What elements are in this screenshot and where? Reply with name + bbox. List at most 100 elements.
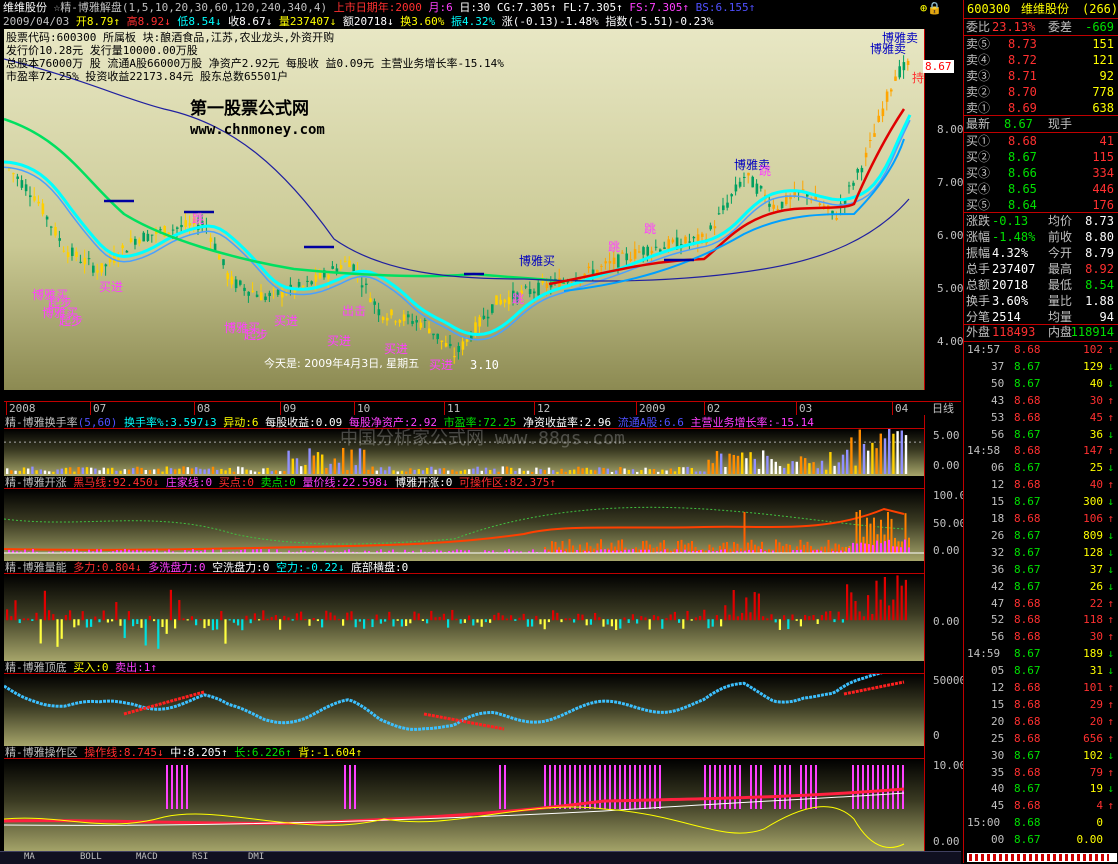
up-arrow-icon: ↑ bbox=[1107, 613, 1114, 627]
down-arrow-icon: ↓ bbox=[1107, 647, 1114, 661]
candle-body bbox=[382, 317, 385, 320]
ask-price: 8.71 bbox=[1008, 68, 1037, 84]
stat-label: 涨跌 bbox=[966, 213, 990, 229]
liangjia-bar bbox=[852, 543, 854, 553]
caozuo-bar bbox=[629, 765, 631, 809]
candle-body bbox=[432, 334, 435, 336]
lock-icon[interactable]: 🔒 bbox=[927, 1, 942, 15]
liangjia-bar bbox=[124, 549, 126, 553]
turnover-bar bbox=[905, 435, 907, 474]
turnover-bar bbox=[44, 471, 46, 474]
panel-kaizhang[interactable] bbox=[4, 488, 924, 561]
candle-body bbox=[852, 183, 855, 186]
turnover-bar bbox=[174, 469, 176, 474]
tick-row: 568.6830↑ bbox=[964, 630, 1117, 644]
turnover-bar bbox=[439, 468, 441, 474]
caozuo-bar bbox=[614, 765, 616, 809]
liangjia-bar bbox=[860, 543, 862, 553]
tick-scrollbar[interactable] bbox=[967, 853, 1117, 862]
stat-row: 振幅4.32%今开8.79 bbox=[964, 245, 1117, 261]
turnover-bar bbox=[392, 470, 394, 474]
kaizhang-bar bbox=[558, 547, 560, 553]
main-kline-chart[interactable]: 买进买进买进买进买进博雅买博雅买博雅买博雅买博雅卖博雅卖博雅卖起步起步起步跳跳跳… bbox=[4, 29, 924, 390]
tick-volume: 0 bbox=[1096, 816, 1103, 830]
down-arrow-icon: ↓ bbox=[1107, 546, 1114, 560]
caozuo-bar bbox=[872, 765, 874, 809]
liangneng-bar bbox=[308, 619, 310, 626]
turnover-bar bbox=[178, 469, 180, 474]
liangneng-bar bbox=[275, 615, 277, 620]
candle-body bbox=[63, 251, 66, 252]
liangneng-bar bbox=[380, 619, 382, 623]
turnover-bar bbox=[371, 467, 373, 474]
turnover-bar bbox=[136, 467, 138, 474]
turnover-bar bbox=[287, 451, 289, 474]
tick-volume: 102 bbox=[1083, 749, 1103, 763]
liangneng-bar bbox=[707, 619, 709, 628]
liangneng-bar bbox=[804, 615, 806, 620]
caozuo-bar bbox=[649, 765, 651, 809]
liangneng-bar bbox=[371, 619, 373, 627]
liangjia-bar bbox=[392, 550, 394, 553]
turnover-bar bbox=[787, 464, 789, 474]
panel-caozuo[interactable] bbox=[4, 758, 924, 852]
candle-body bbox=[861, 168, 864, 172]
tab-macd[interactable]: MACD bbox=[136, 852, 158, 862]
chart-annotation: 博雅卖 bbox=[882, 30, 918, 45]
stat-label: 前收 bbox=[1048, 229, 1072, 245]
stat-value: 1.88 bbox=[1085, 293, 1114, 309]
tab-rsi[interactable]: RSI bbox=[192, 852, 208, 862]
candle-body bbox=[310, 281, 313, 284]
kaizhang-bar bbox=[894, 538, 896, 553]
candle-body bbox=[92, 266, 95, 273]
turnover-bar bbox=[304, 465, 306, 474]
ask-label: 卖⑤ bbox=[966, 36, 990, 52]
turnover-bar bbox=[590, 470, 592, 474]
tick-price: 8.68 bbox=[1014, 681, 1041, 695]
kaizhang-bar bbox=[838, 544, 840, 553]
ask-row: 卖④8.72121 bbox=[964, 52, 1117, 68]
liangjia-bar bbox=[544, 549, 546, 553]
turnover-bar bbox=[199, 469, 201, 474]
liangneng-bar bbox=[489, 619, 491, 623]
tick-price: 8.67 bbox=[1014, 833, 1041, 847]
liangneng-bar bbox=[86, 619, 88, 627]
header-icons[interactable]: ⊕🔒 bbox=[920, 1, 942, 15]
tab-dmi[interactable]: DMI bbox=[248, 852, 264, 862]
stat-label: 总额 bbox=[966, 277, 990, 293]
tick-row: 208.6820↑ bbox=[964, 715, 1117, 729]
bid-label: 买① bbox=[966, 133, 990, 149]
turnover-bar bbox=[82, 468, 84, 474]
tick-row: 368.6737↓ bbox=[964, 563, 1117, 577]
candle-body bbox=[781, 202, 784, 208]
liangneng-bar bbox=[838, 612, 840, 621]
up-arrow-icon: ↑ bbox=[1107, 597, 1114, 611]
panel-liangneng[interactable] bbox=[4, 573, 924, 661]
ask-volume: 92 bbox=[1100, 68, 1114, 84]
main-chart-svg[interactable]: 买进买进买进买进买进博雅买博雅买博雅买博雅买博雅卖博雅卖博雅卖起步起步起步跳跳跳… bbox=[4, 29, 924, 390]
tab-boll[interactable]: BOLL bbox=[80, 852, 102, 862]
bid-price: 8.65 bbox=[1008, 181, 1037, 197]
candle-body bbox=[84, 258, 87, 265]
caozuo-bar bbox=[349, 765, 351, 809]
liangneng-bar bbox=[716, 615, 718, 620]
tick-volume: 40 bbox=[1090, 377, 1103, 391]
liangneng-bar bbox=[182, 618, 184, 620]
turnover-bar bbox=[65, 468, 67, 474]
turnover-bar bbox=[447, 471, 449, 474]
tab-ma[interactable]: MA bbox=[24, 852, 35, 862]
period-label[interactable]: 日线 bbox=[932, 402, 954, 415]
liangneng-bar bbox=[565, 618, 567, 620]
turnover-bar bbox=[838, 462, 840, 474]
turnover-bar bbox=[770, 459, 772, 474]
chart-annotation: 买进 bbox=[99, 280, 123, 294]
caozuo-bar bbox=[815, 765, 817, 809]
bid-price: 8.64 bbox=[1008, 197, 1037, 213]
candle-body bbox=[319, 273, 322, 278]
liangneng-bar bbox=[573, 619, 575, 622]
panel-dingdi[interactable] bbox=[4, 673, 924, 746]
kaizhang-bar bbox=[688, 543, 690, 553]
turnover-bar bbox=[35, 470, 37, 474]
turnover-bar bbox=[476, 467, 478, 474]
candle-body bbox=[231, 277, 234, 285]
